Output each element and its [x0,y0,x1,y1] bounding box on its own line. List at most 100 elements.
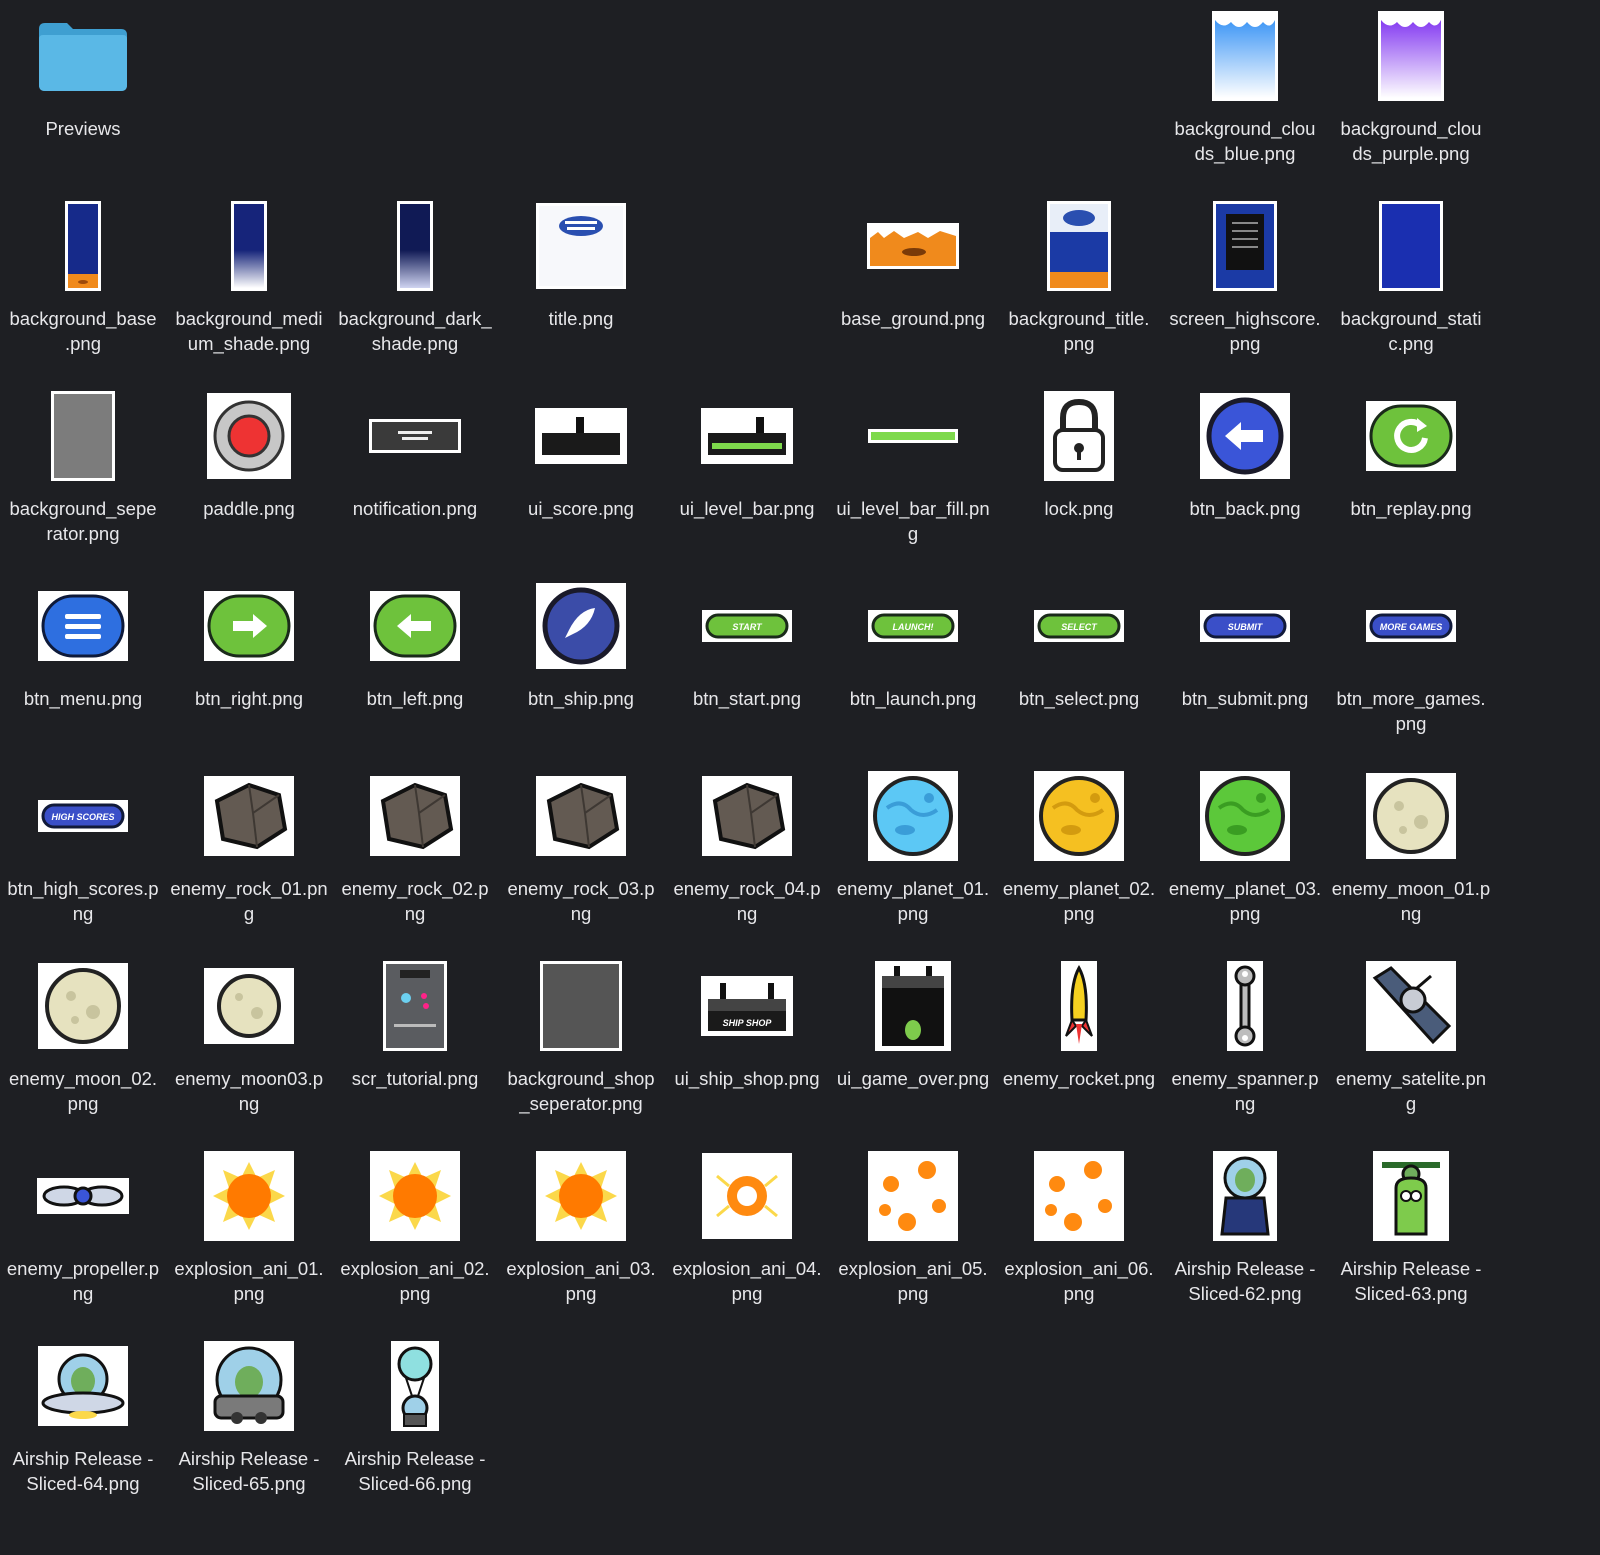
file-item[interactable]: explosion_ani_01. png [166,1140,332,1330]
svg-text:MORE GAMES: MORE GAMES [1380,622,1443,632]
file-item[interactable]: explosion_ani_06. png [996,1140,1162,1330]
file-item[interactable]: btn_right.png [166,570,332,760]
file-item[interactable]: lock.png [996,380,1162,570]
file-name-label: ui_ship_shop.png [674,1068,820,1089]
replay-button-image-icon [1328,380,1494,492]
file-item[interactable]: SHIP SHOP ui_ship_shop.png [664,950,830,1140]
file-item[interactable]: explosion_ani_05. png [830,1140,996,1330]
file-name-label: explosion_ani_04. png [672,1258,822,1304]
file-item[interactable]: background_sepe rator.png [0,380,166,570]
file-item[interactable]: enemy_moon_01.p ng [1328,760,1494,950]
file-item[interactable]: notification.png [332,380,498,570]
file-item[interactable]: explosion_ani_03. png [498,1140,664,1330]
file-item[interactable]: Airship Release - Sliced-65.png [166,1330,332,1520]
alien-ufo-image-icon [0,1330,166,1442]
submit-button-image-icon: SUBMIT [1162,570,1328,682]
file-item[interactable]: paddle.png [166,380,332,570]
folder-icon [0,0,166,112]
file-item[interactable]: background_stati c.png [1328,190,1494,380]
file-item[interactable]: SUBMIT btn_submit.png [1162,570,1328,760]
file-item[interactable]: LAUNCH! btn_launch.png [830,570,996,760]
file-name-label: ui_level_bar_fill.pn g [836,498,990,544]
file-item[interactable]: enemy_rock_04.p ng [664,760,830,950]
file-item[interactable]: enemy_satelite.pn g [1328,950,1494,1140]
file-name-label: btn_submit.png [1181,688,1309,709]
rock-image-icon [166,760,332,872]
tutorial-screen-image-icon [332,950,498,1062]
file-name-label: btn_select.png [1018,688,1140,709]
file-name-label: enemy_planet_03. png [1168,878,1322,924]
file-item[interactable]: Airship Release - Sliced-66.png [332,1330,498,1520]
file-item[interactable]: SELECT btn_select.png [996,570,1162,760]
file-item[interactable]: enemy_rock_03.p ng [498,760,664,950]
level-bar-image-icon [664,380,830,492]
file-name-label: enemy_rock_03.p ng [507,878,655,924]
file-item[interactable]: title.png [498,190,664,380]
file-item[interactable]: background_clou ds_purple.png [1328,0,1494,190]
more-games-button-image-icon: MORE GAMES [1328,570,1494,682]
file-item[interactable]: START btn_start.png [664,570,830,760]
file-name-label: background_base .png [9,308,157,354]
file-item[interactable]: btn_ship.png [498,570,664,760]
file-item[interactable]: ui_level_bar.png [664,380,830,570]
file-name-label: enemy_rock_02.p ng [341,878,489,924]
file-item[interactable]: background_shop _seperator.png [498,950,664,1140]
file-item[interactable]: enemy_moon03.p ng [166,950,332,1140]
file-item[interactable]: background_medi um_shade.png [166,190,332,380]
file-item[interactable]: enemy_propeller.p ng [0,1140,166,1330]
file-item[interactable]: background_base .png [0,190,166,380]
file-name-label: Airship Release - Sliced-66.png [344,1448,486,1494]
file-item[interactable]: background_title. png [996,190,1162,380]
high-scores-button-image-icon: HIGH SCORES [0,760,166,872]
separator-image-icon [0,380,166,492]
file-item[interactable]: enemy_rock_02.p ng [332,760,498,950]
file-item[interactable]: enemy_spanner.p ng [1162,950,1328,1140]
file-item[interactable]: explosion_ani_02. png [332,1140,498,1330]
file-name-label: title.png [548,308,614,329]
file-item[interactable]: ui_game_over.png [830,950,996,1140]
clouds-purple-image-icon [1328,0,1494,112]
planet-blue-image-icon [830,760,996,872]
level-bar-fill-image-icon [830,380,996,492]
file-name-label: paddle.png [203,498,295,519]
finder-icon-view: { "files": [ {"name":"Previews","icon":"… [0,0,1600,1555]
file-name-label: enemy_satelite.pn g [1335,1068,1487,1114]
file-item[interactable]: enemy_planet_01. png [830,760,996,950]
file-item[interactable]: Airship Release - Sliced-64.png [0,1330,166,1520]
file-name-label: Previews [45,118,121,139]
file-item[interactable]: HIGH SCORES btn_high_scores.p ng [0,760,166,950]
file-item[interactable]: background_clou ds_blue.png [1162,0,1328,190]
file-item[interactable]: base_ground.png [830,190,996,380]
back-button-image-icon [1162,380,1328,492]
file-item[interactable]: ui_score.png [498,380,664,570]
file-item[interactable]: btn_menu.png [0,570,166,760]
file-item[interactable]: enemy_rocket.png [996,950,1162,1140]
explosion-ring-image-icon [664,1140,830,1252]
file-name-label: btn_high_scores.p ng [7,878,159,924]
file-name-label: explosion_ani_01. png [174,1258,324,1304]
file-item[interactable]: screen_highscore. png [1162,190,1328,380]
file-item[interactable]: explosion_ani_04. png [664,1140,830,1330]
rocket-image-icon [996,950,1162,1062]
file-item[interactable]: enemy_planet_02. png [996,760,1162,950]
file-item[interactable]: scr_tutorial.png [332,950,498,1140]
lock-image-icon [996,380,1162,492]
ship-button-image-icon [498,570,664,682]
file-item[interactable]: btn_replay.png [1328,380,1494,570]
file-item[interactable]: enemy_moon_02. png [0,950,166,1140]
file-item[interactable]: btn_left.png [332,570,498,760]
file-item[interactable]: enemy_rock_01.pn g [166,760,332,950]
file-item[interactable]: background_dark_ shade.png [332,190,498,380]
file-name-label: enemy_moon_02. png [8,1068,158,1114]
file-item[interactable]: MORE GAMES btn_more_games. png [1328,570,1494,760]
file-item[interactable]: Airship Release - Sliced-63.png [1328,1140,1494,1330]
file-item[interactable]: enemy_planet_03. png [1162,760,1328,950]
svg-text:LAUNCH!: LAUNCH! [893,622,934,632]
file-item[interactable]: Airship Release - Sliced-62.png [1162,1140,1328,1330]
folder-item[interactable]: Previews [0,0,166,190]
file-item[interactable]: ui_level_bar_fill.pn g [830,380,996,570]
file-name-label: scr_tutorial.png [351,1068,479,1089]
file-item[interactable]: btn_back.png [1162,380,1328,570]
explosion-image-icon [166,1140,332,1252]
spanner-image-icon [1162,950,1328,1062]
